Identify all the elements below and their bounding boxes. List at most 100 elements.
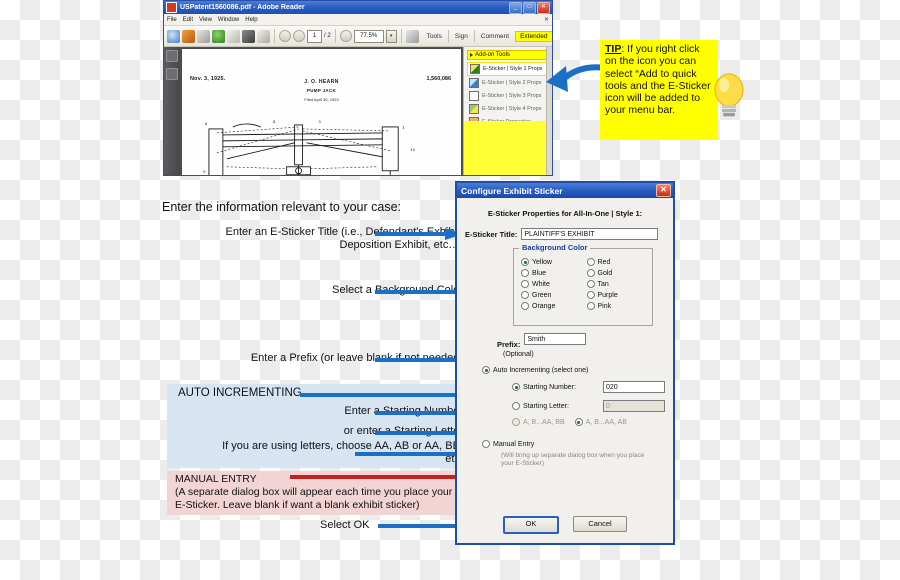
document-close-icon[interactable]: ✕ — [544, 16, 549, 23]
dialog-titlebar: Configure Exhibit Sticker ✕ — [457, 183, 673, 198]
create-pdf-icon[interactable] — [182, 29, 195, 43]
svg-text:8: 8 — [422, 175, 425, 176]
starting-letter-row[interactable]: Starting Letter: 0 — [512, 400, 665, 412]
radio-dot-icon — [521, 280, 529, 288]
cloud-upload-icon[interactable] — [212, 29, 225, 43]
window-controls: _ □ ✕ — [509, 1, 550, 14]
zoom-out-icon[interactable] — [339, 30, 352, 42]
color-option-label: Pink — [597, 302, 612, 310]
extended-pane-button[interactable]: Extended — [515, 30, 552, 42]
color-option-yellow[interactable]: Yellow — [521, 258, 587, 266]
toolbar-divider — [473, 30, 475, 42]
starting-number-row[interactable]: Starting Number: 020 — [512, 381, 665, 393]
radio-dot-icon — [521, 269, 529, 277]
addon-tools-label: Add-on Tools — [475, 52, 510, 58]
color-option-orange[interactable]: Orange — [521, 302, 587, 310]
maximize-button[interactable]: □ — [523, 1, 536, 14]
sign-tool-icon[interactable] — [166, 68, 178, 80]
save-icon[interactable] — [227, 29, 240, 43]
prefix-field-row: Prefix: Smith — [465, 333, 665, 350]
menu-item-window[interactable]: Window — [218, 17, 239, 23]
letter-style-label: A, B...AA, BB — [523, 418, 565, 426]
starting-letter-label: Starting Letter: — [523, 402, 569, 410]
color-option-white[interactable]: White — [521, 280, 587, 288]
sticker-style2-icon — [469, 78, 479, 88]
starting-number-input[interactable]: 020 — [603, 381, 665, 393]
dialog-close-icon[interactable]: ✕ — [656, 184, 671, 197]
color-option-label: Blue — [532, 269, 547, 277]
menu-item-help[interactable]: Help — [245, 17, 257, 23]
comment-pane-button[interactable]: Comment — [477, 33, 513, 40]
color-option-green[interactable]: Green — [521, 291, 587, 299]
color-option-label: White — [532, 280, 550, 288]
tip-label: TIP — [605, 43, 622, 55]
previous-page-icon[interactable] — [279, 30, 291, 42]
menu-item-view[interactable]: View — [199, 17, 212, 23]
e-sticker-title-input[interactable]: PLAINTIFF'S EXHIBIT — [521, 228, 659, 240]
radio-dot-icon — [512, 402, 520, 410]
color-option-tan[interactable]: Tan — [586, 280, 653, 288]
page-thumbnails-icon[interactable] — [166, 50, 178, 62]
edit-pdf-icon[interactable] — [197, 29, 210, 43]
letter-style-option-aa-ab[interactable]: A, B...AA, AB — [574, 418, 627, 426]
sticker-style3-icon — [469, 91, 479, 101]
zoom-level-input[interactable]: 77.5% — [353, 29, 384, 43]
page-view-area[interactable]: Nov. 3, 1925. 1,560,086 J. O. HEARN PUMP… — [180, 47, 463, 176]
cancel-button[interactable]: Cancel — [573, 516, 627, 532]
ok-button[interactable]: OK — [503, 516, 559, 534]
color-option-gold[interactable]: Gold — [586, 269, 653, 277]
auto-incrementing-option[interactable]: Auto Incrementing (select one) — [482, 366, 665, 374]
annotation-auto-incrementing: AUTO INCREMENTING — [178, 387, 302, 399]
toolbar-divider — [400, 29, 402, 43]
minimize-button[interactable]: _ — [509, 1, 522, 14]
addon-tools-panel: Add-on Tools E-Sticker | Style 1 Props E… — [463, 47, 552, 175]
radio-dot-icon — [482, 366, 490, 374]
svg-text:5: 5 — [319, 119, 322, 124]
letter-style-label: A, B...AA, AB — [585, 418, 627, 426]
dialog-body: E-Sticker Properties for All-In-One | St… — [457, 198, 673, 545]
email-icon[interactable] — [257, 29, 270, 43]
next-page-icon[interactable] — [293, 30, 305, 42]
e-sticker-title-label: E-Sticker Title: — [465, 229, 518, 239]
open-file-icon[interactable] — [167, 29, 180, 43]
dialog-header-text: E-Sticker Properties for All-In-One | St… — [487, 209, 643, 218]
color-option-purple[interactable]: Purple — [586, 291, 653, 299]
tools-pane-button[interactable]: Tools — [423, 33, 446, 40]
addon-item-style1[interactable]: E-Sticker | Style 1 Props — [467, 62, 549, 76]
auto-incrementing-label: Auto Incrementing (select one) — [493, 366, 589, 374]
addon-tools-header[interactable]: Add-on Tools — [467, 50, 549, 60]
color-option-label: Gold — [597, 269, 613, 277]
starting-letter-input[interactable]: 0 — [603, 400, 665, 412]
pdf-page: Nov. 3, 1925. 1,560,086 J. O. HEARN PUMP… — [182, 49, 461, 176]
color-option-blue[interactable]: Blue — [521, 269, 587, 277]
addon-item-style2[interactable]: E-Sticker | Style 2 Props — [467, 77, 549, 89]
menu-item-file[interactable]: File — [167, 17, 177, 23]
toolbar-divider — [447, 30, 449, 42]
patent-drawing: 64 51 109 23 78 — [203, 119, 425, 176]
addon-item-style4[interactable]: E-Sticker | Style 4 Props — [467, 103, 549, 115]
sign-pane-button[interactable]: Sign — [451, 33, 472, 40]
reader-toolbar: 1 / 2 77.5% ▾ Tools Sign Comment Extende… — [164, 26, 552, 47]
close-button[interactable]: ✕ — [537, 1, 550, 14]
arrow-to-manual-entry-radio — [290, 471, 475, 483]
color-option-pink[interactable]: Pink — [586, 302, 653, 310]
page-number-input[interactable]: 1 — [307, 29, 322, 43]
radio-dot-icon — [586, 291, 595, 299]
tip-callout: TIP: If you right click on the icon you … — [600, 40, 718, 140]
radio-dot-icon — [512, 418, 520, 426]
addon-item-label: E-Sticker | Style 4 Props — [482, 106, 542, 112]
color-option-label: Yellow — [532, 258, 552, 266]
letter-style-option-aa-bb[interactable]: A, B...AA, BB — [512, 418, 565, 426]
prefix-input[interactable]: Smith — [524, 333, 587, 345]
print-icon[interactable] — [242, 29, 255, 43]
menu-item-edit[interactable]: Edit — [183, 17, 193, 23]
addon-item-style3[interactable]: E-Sticker | Style 3 Props — [467, 90, 549, 102]
page-total-label: / 2 — [324, 33, 331, 39]
radio-dot-icon — [482, 440, 490, 448]
navigation-rail — [164, 47, 180, 175]
fit-page-icon[interactable] — [405, 29, 419, 43]
color-option-red[interactable]: Red — [586, 258, 653, 266]
svg-text:10: 10 — [410, 147, 416, 152]
manual-entry-option[interactable]: Manual Entry — [482, 440, 665, 448]
zoom-dropdown-icon[interactable]: ▾ — [385, 29, 397, 43]
